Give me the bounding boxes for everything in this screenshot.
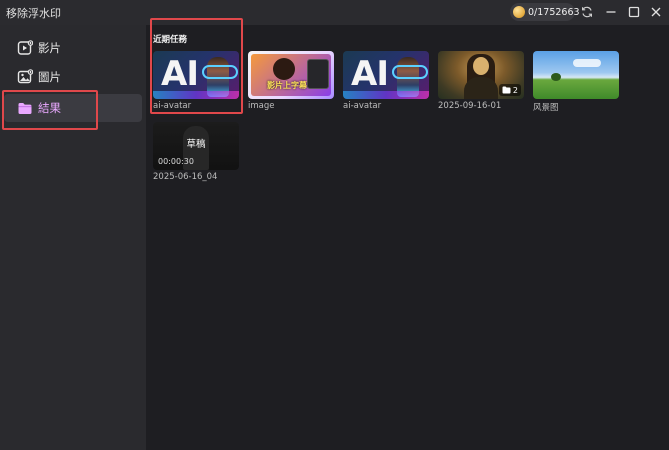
folder-icon <box>502 86 511 94</box>
task-card[interactable]: 影片上字幕 image <box>248 51 334 111</box>
task-thumbnail[interactable]: 草稿 00:00:30 <box>153 122 239 170</box>
task-card[interactable]: AI ai-avatar <box>153 51 239 111</box>
person-figure <box>273 58 295 80</box>
portrait-face <box>473 57 489 75</box>
portrait-body <box>464 77 498 99</box>
credits-badge[interactable]: 0/1752663 <box>510 3 580 21</box>
coin-icon <box>513 6 525 18</box>
file-count: 2 <box>512 85 518 95</box>
task-thumbnail[interactable]: 影片上字幕 <box>248 51 334 99</box>
close-icon <box>651 7 661 17</box>
image-icon <box>16 68 34 86</box>
task-label: 2025-09-16-01 <box>438 101 502 111</box>
sidebar-item-label: 結果 <box>38 101 61 115</box>
app-title: 移除浮水印 <box>6 7 61 20</box>
task-thumbnail[interactable]: 2 <box>438 51 524 99</box>
thumbnail-caption: 影片上字幕 <box>267 81 307 90</box>
minimize-icon <box>606 11 616 13</box>
file-count-badge: 2 <box>498 84 521 96</box>
task-label: image <box>248 101 275 111</box>
ai-logo-art: AI <box>161 54 199 94</box>
task-card[interactable]: 风景图 <box>533 51 619 113</box>
video-icon <box>16 39 34 57</box>
task-thumbnail[interactable]: AI <box>153 51 239 99</box>
task-thumbnail[interactable]: AI <box>343 51 429 99</box>
neon-desk <box>343 91 429 99</box>
draft-label: 草稿 <box>186 139 206 150</box>
cloud-shape <box>573 59 601 67</box>
tree-shape <box>551 73 561 81</box>
task-thumbnail[interactable] <box>533 51 619 99</box>
refresh-icon <box>582 6 592 18</box>
task-card[interactable]: 2 2025-09-16-01 <box>438 51 524 111</box>
task-label: 2025-06-16_04 <box>153 172 218 182</box>
folder-icon <box>16 99 34 117</box>
sidebar-item-results[interactable]: 結果 <box>4 94 142 122</box>
refresh-button[interactable] <box>578 3 596 21</box>
task-label: 风景图 <box>533 103 559 113</box>
sidebar-item-video[interactable]: 影片 <box>4 34 142 62</box>
sidebar-item-image[interactable]: 圖片 <box>4 63 142 91</box>
close-button[interactable] <box>647 3 665 21</box>
video-duration: 00:00:30 <box>158 157 194 166</box>
maximize-icon <box>628 6 640 18</box>
ai-logo-art: AI <box>351 54 389 94</box>
task-label: ai-avatar <box>153 101 192 111</box>
section-title: 近期任務 <box>153 35 188 45</box>
sidebar: 影片 圖片 結果 <box>0 25 146 450</box>
task-card[interactable]: 草稿 00:00:30 2025-06-16_04 <box>153 122 239 182</box>
task-card[interactable]: AI ai-avatar <box>343 51 429 111</box>
title-bar: 移除浮水印 0/1752663 <box>0 0 669 25</box>
sidebar-item-label: 圖片 <box>38 70 61 84</box>
sidebar-item-label: 影片 <box>38 41 61 55</box>
credits-count: 0/1752663 <box>528 6 580 18</box>
minimize-button[interactable] <box>602 3 620 21</box>
neon-desk <box>153 91 239 99</box>
task-label: ai-avatar <box>343 101 382 111</box>
thumbnail-art: 影片上字幕 <box>251 54 331 96</box>
maximize-button[interactable] <box>625 3 643 21</box>
phone-figure <box>307 59 329 89</box>
